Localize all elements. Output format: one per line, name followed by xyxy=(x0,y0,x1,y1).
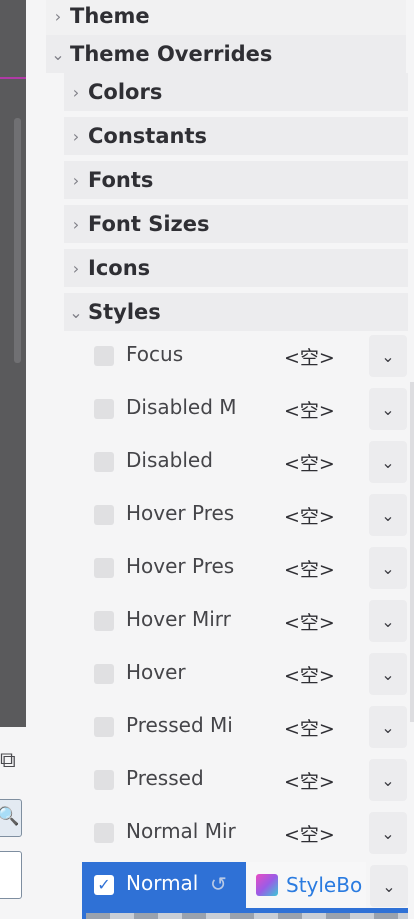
group-label: Fonts xyxy=(88,168,154,192)
group-styles[interactable]: ⌄ Styles xyxy=(64,293,408,331)
style-row-normal-mirrored: Normal Mir <空> ⌄ xyxy=(94,809,408,859)
property-value[interactable]: <空> xyxy=(284,714,335,741)
style-row-disabled-mirrored: Disabled M <空> ⌄ xyxy=(94,385,408,435)
style-row-normal: ✓ Normal ↺ StyleBo ⌄ xyxy=(82,862,408,908)
group-label: Font Sizes xyxy=(88,212,210,236)
override-checkbox[interactable] xyxy=(94,505,114,525)
property-label: Normal Mir xyxy=(126,819,236,843)
property-label: Pressed xyxy=(126,766,204,790)
group-label: Colors xyxy=(88,80,163,104)
property-value[interactable]: <空> xyxy=(284,555,335,582)
group-fonts[interactable]: › Fonts xyxy=(64,161,408,199)
stylebox-icon xyxy=(256,874,278,896)
copy-icon[interactable]: ⧉ xyxy=(0,750,16,772)
property-value[interactable]: <空> xyxy=(284,449,335,476)
group-label: Constants xyxy=(88,124,207,148)
inspector-panel: › Theme ⌄ Theme Overrides › Colors › Con… xyxy=(40,0,414,919)
override-checkbox[interactable] xyxy=(94,611,114,631)
style-row-hover-pressed-2: Hover Pres <空> ⌄ xyxy=(94,544,408,594)
property-value[interactable]: <空> xyxy=(284,502,335,529)
chevron-right-icon: › xyxy=(72,170,80,190)
chevron-right-icon: › xyxy=(72,82,80,102)
chevron-down-icon[interactable]: ⌄ xyxy=(369,759,407,801)
viewport-scrollbar[interactable] xyxy=(14,118,21,363)
group-constants[interactable]: › Constants xyxy=(64,117,408,155)
inspector-scrollbar[interactable] xyxy=(410,382,414,722)
left-panel-strip: ⧉ 🔍 xyxy=(0,0,40,919)
resource-name: StyleBo xyxy=(286,873,363,897)
property-label: Disabled M xyxy=(126,395,237,419)
override-checkbox[interactable] xyxy=(94,346,114,366)
override-checkbox[interactable] xyxy=(94,452,114,472)
stylebox-preview xyxy=(82,908,408,919)
override-checkbox[interactable] xyxy=(94,770,114,790)
group-theme[interactable]: › Theme xyxy=(46,0,406,35)
style-row-hover-pressed-1: Hover Pres <空> ⌄ xyxy=(94,491,408,541)
override-checkbox[interactable] xyxy=(94,664,114,684)
chevron-down-icon: ⌄ xyxy=(51,44,65,64)
style-row-hover: Hover <空> ⌄ xyxy=(94,650,408,700)
chevron-down-icon[interactable]: ⌄ xyxy=(369,547,407,589)
property-label: Hover Pres xyxy=(126,554,235,578)
override-checkbox[interactable] xyxy=(94,823,114,843)
stylebox-resource-picker[interactable]: StyleBo xyxy=(246,862,366,908)
chevron-right-icon: › xyxy=(54,6,62,26)
viewport-guide-line xyxy=(0,77,26,79)
property-label: Focus xyxy=(126,342,184,366)
override-checkbox[interactable] xyxy=(94,399,114,419)
search-icon: 🔍 xyxy=(0,806,20,827)
chevron-down-icon[interactable]: ⌄ xyxy=(369,706,407,748)
chevron-down-icon[interactable]: ⌄ xyxy=(369,600,407,642)
property-label: Pressed Mi xyxy=(126,713,233,737)
revert-icon[interactable]: ↺ xyxy=(210,872,227,896)
chevron-down-icon[interactable]: ⌄ xyxy=(370,865,408,907)
viewport-edge xyxy=(0,0,26,727)
override-checkbox[interactable] xyxy=(94,558,114,578)
chevron-down-icon[interactable]: ⌄ xyxy=(369,653,407,695)
chevron-down-icon[interactable]: ⌄ xyxy=(369,335,407,377)
property-label: Normal xyxy=(126,871,199,895)
filter-input[interactable] xyxy=(0,851,22,899)
preview-checker xyxy=(86,913,408,919)
chevron-right-icon: › xyxy=(72,126,80,146)
property-value[interactable]: <空> xyxy=(284,343,335,370)
property-label: Hover xyxy=(126,660,186,684)
style-row-pressed: Pressed <空> ⌄ xyxy=(94,756,408,806)
chevron-down-icon[interactable]: ⌄ xyxy=(369,388,407,430)
style-row-pressed-mirrored: Pressed Mi <空> ⌄ xyxy=(94,703,408,753)
property-value[interactable]: <空> xyxy=(284,396,335,423)
property-label: Hover Pres xyxy=(126,501,235,525)
property-value[interactable]: <空> xyxy=(284,820,335,847)
group-label: Theme Overrides xyxy=(70,42,273,66)
normal-property-selected[interactable]: ✓ Normal ↺ xyxy=(82,862,246,908)
property-label: Disabled xyxy=(126,448,213,472)
style-row-hover-mirrored: Hover Mirr <空> ⌄ xyxy=(94,597,408,647)
property-value[interactable]: <空> xyxy=(284,608,335,635)
group-label: Theme xyxy=(70,4,150,28)
property-value[interactable]: <空> xyxy=(284,661,335,688)
style-row-disabled: Disabled <空> ⌄ xyxy=(94,438,408,488)
override-checkbox-checked[interactable]: ✓ xyxy=(94,875,114,895)
group-label: Icons xyxy=(88,256,151,280)
style-row-focus: Focus <空> ⌄ xyxy=(94,332,408,382)
group-colors[interactable]: › Colors xyxy=(64,73,408,111)
group-icons[interactable]: › Icons xyxy=(64,249,408,287)
group-label: Styles xyxy=(88,300,161,324)
chevron-right-icon: › xyxy=(72,258,80,278)
group-theme-overrides[interactable]: ⌄ Theme Overrides xyxy=(46,35,406,73)
chevron-down-icon[interactable]: ⌄ xyxy=(369,494,407,536)
chevron-down-icon: ⌄ xyxy=(69,302,83,322)
property-label: Hover Mirr xyxy=(126,607,231,631)
chevron-down-icon[interactable]: ⌄ xyxy=(369,441,407,483)
chevron-down-icon[interactable]: ⌄ xyxy=(369,812,407,854)
group-font-sizes[interactable]: › Font Sizes xyxy=(64,205,408,243)
chevron-right-icon: › xyxy=(72,214,80,234)
search-button[interactable]: 🔍 xyxy=(0,799,22,837)
override-checkbox[interactable] xyxy=(94,717,114,737)
property-value[interactable]: <空> xyxy=(284,767,335,794)
